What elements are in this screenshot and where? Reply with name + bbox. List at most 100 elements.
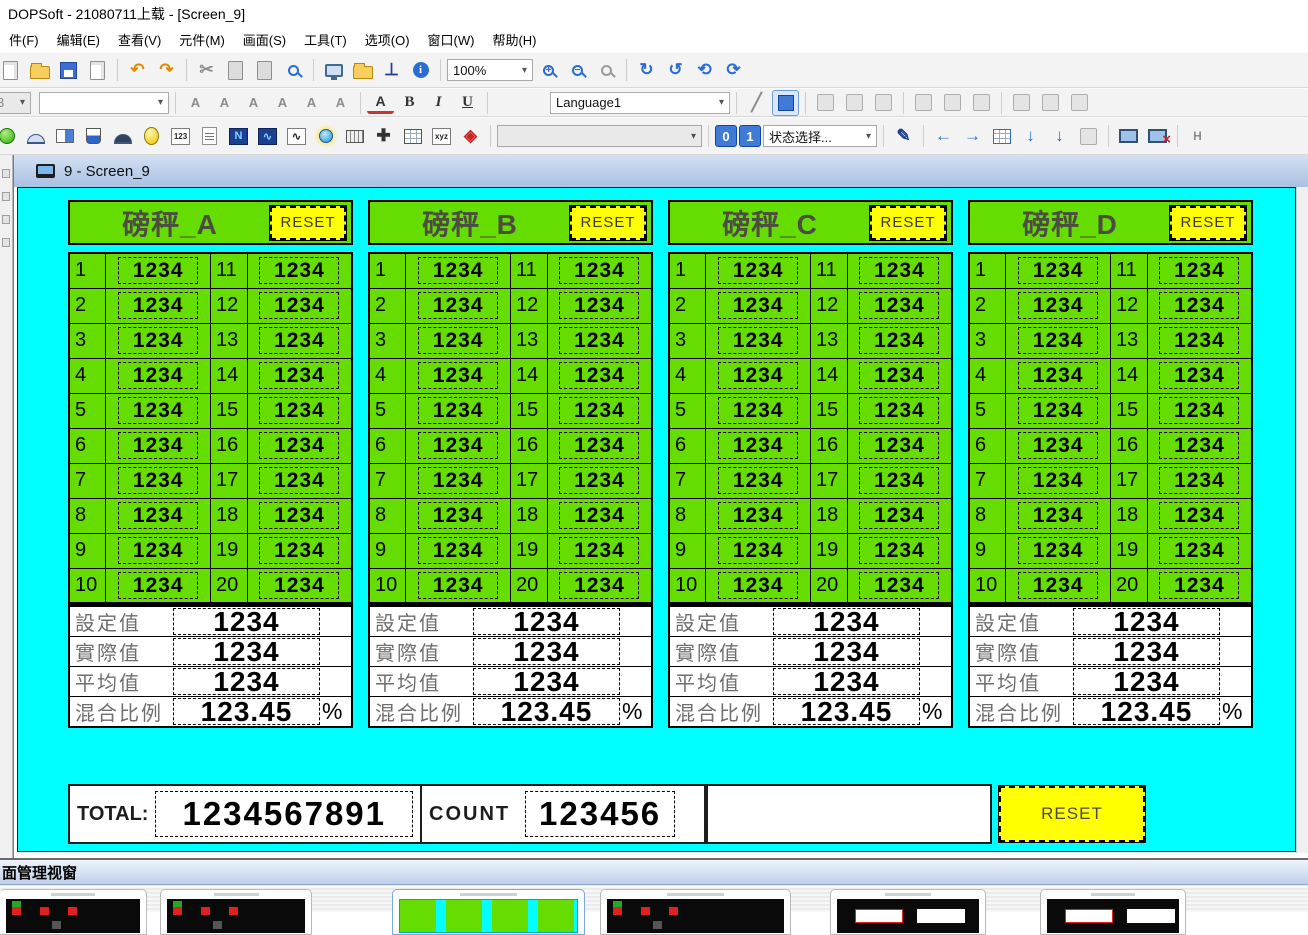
- panel-reset-button[interactable]: RESET: [1170, 206, 1246, 240]
- numeric-display[interactable]: 1234: [118, 362, 198, 389]
- numeric-display[interactable]: 1234: [559, 467, 639, 494]
- menu-item[interactable]: 件(F): [0, 27, 48, 52]
- menu-item[interactable]: 窗口(W): [419, 27, 484, 52]
- report-element-icon[interactable]: xyz: [428, 123, 455, 149]
- open-file-icon[interactable]: [26, 57, 53, 83]
- text-align-bottom-icon[interactable]: A: [327, 90, 354, 116]
- numeric-display[interactable]: 1234: [418, 362, 498, 389]
- menu-item[interactable]: 帮助(H): [483, 27, 545, 52]
- align-top-icon[interactable]: [910, 90, 937, 116]
- meter-element-icon[interactable]: [22, 123, 49, 149]
- numeric-display[interactable]: 1234: [418, 572, 498, 599]
- numeric-display[interactable]: 1234: [559, 572, 639, 599]
- numeric-display[interactable]: 1234: [559, 327, 639, 354]
- numeric-display[interactable]: 1234: [1159, 327, 1239, 354]
- text-align-top-icon[interactable]: A: [269, 90, 296, 116]
- simulation-icon[interactable]: [1115, 123, 1142, 149]
- font-name-combo[interactable]: ▾: [39, 92, 169, 114]
- stamp-icon[interactable]: ⊥: [378, 57, 405, 83]
- state-0-button[interactable]: 0: [715, 125, 737, 147]
- screen-thumbnail[interactable]: [1040, 889, 1186, 935]
- numeric-display[interactable]: 1234: [1159, 467, 1239, 494]
- numeric-display[interactable]: 1234: [559, 257, 639, 284]
- numeric-display[interactable]: 1234: [859, 362, 939, 389]
- draw-line-icon[interactable]: ╱: [743, 90, 770, 116]
- numeric-display[interactable]: 1234567891: [155, 791, 413, 837]
- screen-thumbnail[interactable]: [392, 889, 585, 935]
- numeric-display[interactable]: 1234: [418, 467, 498, 494]
- numeric-display[interactable]: 1234: [259, 257, 339, 284]
- rotate-left-icon[interactable]: ⟲: [691, 57, 718, 83]
- numeric-display[interactable]: 1234: [118, 572, 198, 599]
- redo-icon[interactable]: ↷: [153, 57, 180, 83]
- numeric-display[interactable]: 1234: [859, 397, 939, 424]
- panel-reset-button[interactable]: RESET: [570, 206, 646, 240]
- screen-canvas[interactable]: 磅秤_A RESET 1 1234 11 1234: [17, 187, 1296, 852]
- numeric-display[interactable]: 123.45: [173, 698, 320, 725]
- bar-element-icon[interactable]: [51, 123, 78, 149]
- cut-icon[interactable]: ✂: [193, 57, 220, 83]
- numeric-display[interactable]: 1234: [418, 257, 498, 284]
- numeric-display[interactable]: 1234: [1159, 257, 1239, 284]
- dock-handle[interactable]: [2, 169, 10, 178]
- save-icon[interactable]: [55, 57, 82, 83]
- screen-thumbnail[interactable]: [600, 889, 791, 935]
- numeric-display[interactable]: 1234: [859, 327, 939, 354]
- half-meter-element-icon[interactable]: [109, 123, 136, 149]
- numeric-display[interactable]: 1234: [559, 432, 639, 459]
- numeric-display[interactable]: 1234: [773, 668, 920, 695]
- delta-element-icon[interactable]: ◈: [457, 123, 484, 149]
- numeric-display[interactable]: 1234: [118, 502, 198, 529]
- numeric-display[interactable]: 1234: [173, 668, 320, 695]
- numeric-display[interactable]: 1234: [1018, 257, 1098, 284]
- text-align-middle-icon[interactable]: A: [298, 90, 325, 116]
- numeric-display[interactable]: 1234: [259, 467, 339, 494]
- numeric-display[interactable]: 1234: [1159, 572, 1239, 599]
- numeric-display[interactable]: 123456: [525, 791, 675, 837]
- same-height-icon[interactable]: [1037, 90, 1064, 116]
- dock-handle[interactable]: [2, 192, 10, 201]
- open-screen-icon[interactable]: [349, 57, 376, 83]
- numeric-display[interactable]: 1234: [1073, 638, 1220, 665]
- text-align-right-icon[interactable]: A: [240, 90, 267, 116]
- element-state-combo[interactable]: ▾: [497, 125, 702, 147]
- numeric-display[interactable]: 1234: [1018, 327, 1098, 354]
- numeric-display[interactable]: 1234: [859, 502, 939, 529]
- numeric-display[interactable]: 1234: [173, 638, 320, 665]
- language-combo[interactable]: Language1 ▾: [550, 92, 730, 114]
- numeric-display[interactable]: 1234: [559, 502, 639, 529]
- paste-icon[interactable]: [251, 57, 278, 83]
- italic-icon[interactable]: I: [425, 90, 452, 116]
- menu-item[interactable]: 查看(V): [109, 27, 170, 52]
- download-all-icon[interactable]: ↓: [1046, 123, 1073, 149]
- numeric-display[interactable]: 1234: [118, 397, 198, 424]
- panel-reset-button[interactable]: RESET: [270, 206, 346, 240]
- rotate-right-icon[interactable]: ⟳: [720, 57, 747, 83]
- numeric-display[interactable]: 1234: [718, 467, 798, 494]
- numeric-display[interactable]: 1234: [1159, 292, 1239, 319]
- numeric-display[interactable]: 1234: [1159, 537, 1239, 564]
- numeric-display[interactable]: 1234: [1073, 668, 1220, 695]
- numeric-display[interactable]: 123.45: [1073, 698, 1220, 725]
- numeric-display-element-icon[interactable]: 123: [167, 123, 194, 149]
- numeric-display[interactable]: 1234: [1018, 292, 1098, 319]
- table-element-icon[interactable]: [399, 123, 426, 149]
- alarm-element-icon[interactable]: [312, 123, 339, 149]
- numeric-display[interactable]: 1234: [718, 432, 798, 459]
- add-screen-icon[interactable]: [320, 57, 347, 83]
- underline-icon[interactable]: U: [454, 90, 481, 116]
- numeric-display[interactable]: 1234: [559, 362, 639, 389]
- align-center-horizontal-icon[interactable]: [841, 90, 868, 116]
- numeric-display[interactable]: 1234: [1018, 467, 1098, 494]
- numeric-display[interactable]: 1234: [859, 467, 939, 494]
- find-icon[interactable]: [280, 57, 307, 83]
- numeric-display[interactable]: 1234: [259, 397, 339, 424]
- zoom-level-combo[interactable]: 100% ▾: [447, 59, 533, 81]
- numeric-display[interactable]: 1234: [118, 292, 198, 319]
- text-align-left-icon[interactable]: A: [182, 90, 209, 116]
- numeric-display[interactable]: 1234: [1018, 502, 1098, 529]
- screen-thumbnail[interactable]: [830, 889, 986, 935]
- numeric-display[interactable]: 1234: [1159, 502, 1239, 529]
- next-screen-icon[interactable]: →: [959, 123, 986, 149]
- keypad-element-icon[interactable]: [341, 123, 368, 149]
